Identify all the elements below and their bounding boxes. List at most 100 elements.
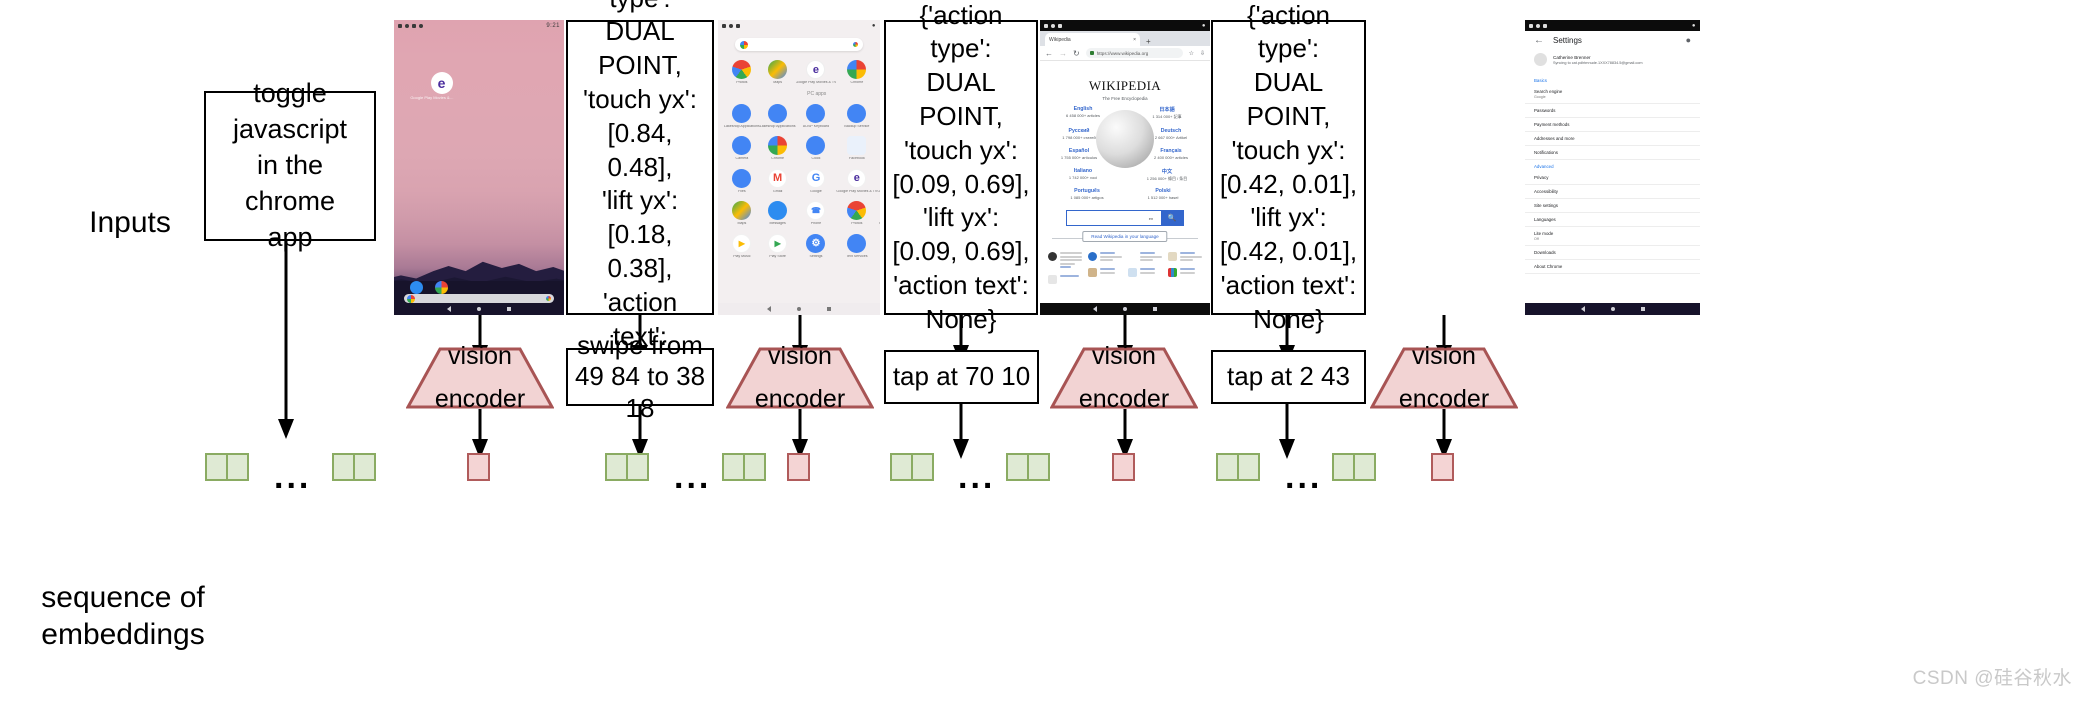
app-item[interactable]: Lakeshop Applications: [724, 103, 760, 129]
app-item[interactable]: ⚙ Settings: [796, 233, 837, 259]
app-item[interactable]: G Google: [796, 168, 837, 194]
app-item[interactable]: Lakeshop Applications: [760, 103, 796, 129]
back-icon[interactable]: [767, 306, 771, 312]
home-app-shortcut[interactable]: e Google Play Movies &…: [410, 72, 462, 100]
app-item[interactable]: Drive: [877, 136, 880, 161]
language-link[interactable]: English 6 458 000+ articles: [1046, 106, 1120, 118]
address-bar[interactable]: https://www.wikipedia.org: [1085, 48, 1183, 58]
app-item[interactable]: ▶ Play Store: [760, 233, 796, 259]
settings-row[interactable]: Payment methods: [1525, 118, 1700, 132]
chrome-icon[interactable]: [435, 281, 448, 294]
back-icon[interactable]: [1580, 306, 1585, 312]
language-link[interactable]: Italiano 1 742 000+ voci: [1046, 168, 1120, 180]
settings-row[interactable]: Downloads: [1525, 246, 1700, 260]
drawer-search-bar[interactable]: [735, 38, 863, 51]
vision-encoder-1[interactable]: vision encoder: [406, 344, 554, 412]
back-icon[interactable]: [447, 306, 451, 312]
language-count: 1 755 000+ artículos: [1060, 155, 1098, 160]
app-item[interactable]: Backup Service: [836, 103, 877, 129]
settings-row[interactable]: Site settings: [1525, 199, 1700, 213]
embedding-ellipsis: ...: [274, 458, 312, 496]
settings-row[interactable]: About Chrome: [1525, 260, 1700, 274]
language-link[interactable]: Русский 1 798 000+ статей: [1042, 128, 1116, 140]
home-icon[interactable]: [477, 307, 481, 311]
messages-icon[interactable]: [410, 281, 423, 294]
language-link[interactable]: Français 2 400 000+ articles: [1134, 148, 1208, 160]
embedding-cell: [910, 453, 934, 481]
app-item[interactable]: e Google Play Movies & TV: [836, 168, 877, 194]
language-link[interactable]: Português 1 085 000+ artigos: [1050, 188, 1124, 200]
app-item[interactable]: ▶ YouTube: [877, 234, 880, 259]
language-link[interactable]: Español 1 755 000+ artículos: [1042, 148, 1116, 160]
back-icon[interactable]: [1093, 306, 1097, 312]
search-submit-icon[interactable]: 🔍: [1161, 211, 1183, 225]
search-input[interactable]: [1067, 211, 1141, 225]
app-item[interactable]: Camera: [724, 136, 760, 161]
app-item[interactable]: Clock: [796, 136, 837, 161]
back-icon[interactable]: ←: [1045, 49, 1053, 58]
new-tab-icon[interactable]: +: [1146, 37, 1151, 46]
app-item[interactable]: AOSP Keyboard: [796, 103, 837, 129]
tab-title: Wikipedia: [1049, 36, 1071, 43]
embedding-pair: [205, 453, 249, 481]
app-item[interactable]: Facebook: [877, 60, 880, 85]
app-item[interactable]: Photos: [724, 60, 760, 85]
app-item[interactable]: e Google Play Movies & TV: [796, 60, 836, 85]
settings-row[interactable]: Notifications: [1525, 146, 1700, 160]
home-icon[interactable]: [1123, 307, 1127, 311]
settings-row[interactable]: Addresses and more: [1525, 132, 1700, 146]
bookmark-star-icon[interactable]: ☆: [1189, 50, 1194, 57]
app-item[interactable]: Facebook: [836, 136, 877, 161]
embedding-cell: [1026, 453, 1050, 481]
app-item[interactable]: M Gmail: [760, 168, 796, 194]
home-icon[interactable]: [797, 307, 801, 311]
app-item[interactable]: Messages: [760, 201, 796, 226]
settings-row[interactable]: Search engine Google: [1525, 85, 1700, 104]
settings-row[interactable]: Languages: [1525, 213, 1700, 227]
home-icon[interactable]: [1610, 307, 1615, 311]
search-language-select[interactable]: en: [1141, 211, 1161, 225]
browser-tab[interactable]: Wikipedia ×: [1045, 33, 1140, 46]
app-item[interactable]: Maps: [760, 60, 796, 85]
app-item[interactable]: ☎ Phone: [796, 201, 837, 226]
settings-row[interactable]: Accessibility: [1525, 185, 1700, 199]
read-in-your-language-button[interactable]: Read Wikipedia in your language: [1082, 231, 1168, 242]
vision-encoder-2[interactable]: vision encoder: [726, 344, 874, 412]
language-link[interactable]: 日本語 1 314 000+ 記事: [1130, 106, 1204, 120]
vision-encoder-3[interactable]: vision encoder: [1050, 344, 1198, 412]
vision-encoder-4[interactable]: vision encoder: [1370, 344, 1518, 412]
app-item[interactable]: Maps: [724, 201, 760, 226]
recents-icon[interactable]: [1640, 307, 1645, 311]
embedding-pair: [1006, 453, 1050, 481]
app-item[interactable]: Google Text Service: [877, 169, 880, 194]
forward-icon[interactable]: →: [1059, 49, 1067, 58]
recents-icon[interactable]: [1153, 307, 1157, 311]
settings-row[interactable]: Passwords: [1525, 104, 1700, 118]
assistant-icon: [853, 42, 858, 47]
action-dict-box-2: {'action type': DUAL POINT, 'touch yx': …: [884, 0, 1038, 334]
wikipedia-search[interactable]: en 🔍: [1066, 210, 1184, 226]
recents-icon[interactable]: [507, 307, 511, 311]
google-search-pill[interactable]: [404, 294, 554, 303]
app-item[interactable]: Photos: [836, 201, 877, 226]
settings-row[interactable]: Lite mode Off: [1525, 227, 1700, 246]
app-item[interactable]: ▶ Play Movies & TV: [877, 201, 880, 226]
language-link[interactable]: Polski 1 512 000+ haseł: [1126, 188, 1200, 200]
app-item[interactable]: Files: [724, 168, 760, 194]
language-link[interactable]: 中文 1 256 000+ 條目 / 条目: [1130, 168, 1204, 182]
recents-icon[interactable]: [827, 307, 831, 311]
help-icon[interactable]: ●: [1686, 35, 1691, 45]
settings-row[interactable]: Privacy: [1525, 171, 1700, 185]
language-link[interactable]: Deutsch 2 667 000+ Artikel: [1134, 128, 1208, 140]
close-icon[interactable]: ×: [1133, 37, 1136, 43]
reload-icon[interactable]: ↻: [1073, 49, 1080, 58]
app-item[interactable]: ▶ Play Music: [724, 233, 760, 259]
account-row[interactable]: Catherine Brenner Syncing to cat.pdhtmnu…: [1534, 53, 1691, 66]
app-item[interactable]: Text Services: [836, 233, 877, 259]
play-movies-icon: e: [806, 60, 826, 79]
app-item[interactable]: Calendar: [877, 104, 880, 129]
back-arrow-icon[interactable]: ←: [1534, 35, 1544, 46]
download-icon[interactable]: ⇩: [1200, 50, 1205, 57]
app-item[interactable]: Chrome: [760, 136, 796, 161]
app-item[interactable]: Chrome: [836, 60, 877, 85]
